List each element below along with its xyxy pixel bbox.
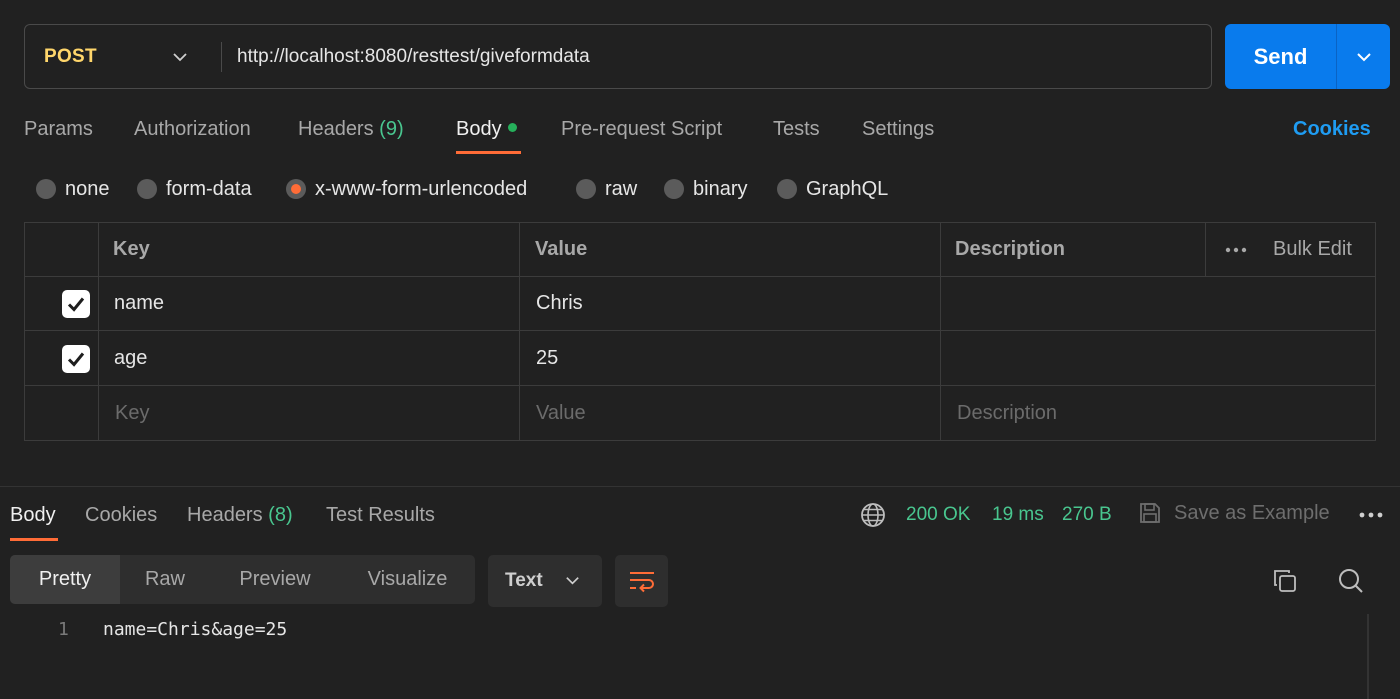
radio-circle — [576, 179, 596, 199]
format-raw[interactable]: Raw — [120, 555, 210, 604]
request-url-bar: POST http://localhost:8080/resttest/give… — [24, 24, 1212, 89]
format-visualize[interactable]: Visualize — [340, 555, 475, 604]
radio-circle — [36, 179, 56, 199]
method-label: POST — [44, 45, 97, 67]
editor-scrollbar[interactable] — [1367, 614, 1369, 699]
value-cell[interactable]: 25 — [536, 332, 558, 385]
value-column-header: Value — [535, 238, 588, 260]
bulk-edit-divider — [1205, 223, 1206, 277]
tab-params[interactable]: Params — [24, 114, 93, 154]
checkmark-icon — [67, 297, 85, 312]
radio-raw[interactable]: raw — [576, 174, 637, 204]
chevron-down-icon — [173, 53, 187, 62]
search-icon[interactable] — [1337, 567, 1365, 595]
table-row: name Chris — [25, 277, 1375, 331]
send-options-button[interactable] — [1337, 48, 1390, 66]
row-checkbox[interactable] — [62, 277, 90, 330]
wrap-text-icon — [629, 572, 654, 593]
status-code[interactable]: 200 OK — [906, 500, 970, 530]
key-cell[interactable]: age — [114, 332, 147, 385]
radio-circle — [777, 179, 797, 199]
key-cell[interactable]: name — [114, 277, 164, 330]
value-cell[interactable]: Chris — [536, 277, 583, 330]
cookies-link[interactable]: Cookies — [1293, 114, 1371, 144]
save-icon — [1140, 503, 1160, 523]
radio-circle-selected — [286, 179, 306, 199]
wrap-lines-button[interactable] — [615, 555, 668, 607]
send-button[interactable]: Send — [1225, 44, 1336, 70]
tab-pre-request-script[interactable]: Pre-request Script — [561, 114, 722, 154]
tab-body[interactable]: Body — [456, 114, 517, 154]
description-input[interactable]: Description — [957, 386, 1057, 440]
key-input[interactable]: Key — [115, 386, 149, 440]
chevron-down-icon — [1356, 52, 1371, 61]
key-column-header: Key — [113, 238, 150, 260]
response-body-line[interactable]: name=Chris&age=25 — [103, 617, 287, 643]
radio-binary[interactable]: binary — [664, 174, 747, 204]
active-tab-indicator — [456, 151, 521, 154]
response-size[interactable]: 270 B — [1062, 500, 1112, 530]
form-urlencoded-table: Key Value Description Bulk Edit name Chr… — [24, 222, 1376, 441]
response-time[interactable]: 19 ms — [992, 500, 1044, 530]
format-pretty[interactable]: Pretty — [10, 555, 120, 604]
format-mode-segmented: Pretty Raw Preview Visualize — [10, 555, 475, 604]
bulk-edit-button[interactable]: Bulk Edit — [1273, 223, 1352, 276]
line-number: 1 — [58, 619, 69, 640]
response-type-select[interactable]: Text — [488, 555, 602, 607]
tab-headers[interactable]: Headers (9) — [298, 114, 404, 154]
tab-authorization[interactable]: Authorization — [134, 114, 251, 154]
response-tab-cookies[interactable]: Cookies — [85, 500, 157, 530]
radio-circle — [137, 179, 157, 199]
method-select[interactable]: POST — [25, 25, 221, 88]
radio-form-data[interactable]: form-data — [137, 174, 252, 204]
more-options-button[interactable] — [1225, 223, 1247, 276]
table-row-empty: Key Value Description — [25, 386, 1375, 440]
tab-settings[interactable]: Settings — [862, 114, 934, 154]
radio-graphql[interactable]: GraphQL — [777, 174, 888, 204]
response-tab-body[interactable]: Body — [10, 500, 56, 530]
response-tab-test-results[interactable]: Test Results — [326, 500, 435, 530]
table-row: age 25 — [25, 332, 1375, 386]
format-preview[interactable]: Preview — [210, 555, 340, 604]
tab-tests[interactable]: Tests — [773, 114, 820, 154]
send-button-group: Send — [1225, 24, 1390, 89]
radio-circle — [664, 179, 684, 199]
chevron-down-icon — [566, 577, 579, 585]
checkmark-icon — [67, 352, 85, 367]
checkbox-checked — [62, 289, 90, 318]
radio-x-www-form-urlencoded[interactable]: x-www-form-urlencoded — [286, 174, 527, 204]
copy-icon[interactable] — [1272, 568, 1298, 594]
checkbox-checked — [62, 344, 90, 373]
table-header-row: Key Value Description Bulk Edit — [25, 223, 1375, 277]
row-checkbox[interactable] — [62, 332, 90, 385]
response-divider — [0, 486, 1400, 487]
response-tab-headers[interactable]: Headers (8) — [187, 500, 293, 530]
headers-count-badge: (9) — [379, 118, 404, 140]
globe-icon[interactable] — [860, 502, 886, 528]
description-column-header: Description — [955, 238, 1066, 260]
radio-none[interactable]: none — [36, 174, 110, 204]
response-active-tab-indicator — [10, 538, 58, 541]
more-horizontal-icon — [1225, 247, 1247, 252]
response-headers-count: (8) — [268, 504, 293, 526]
url-input[interactable]: http://localhost:8080/resttest/giveformd… — [222, 46, 590, 68]
body-active-dot — [507, 123, 517, 132]
save-as-example-button[interactable]: Save as Example — [1138, 498, 1330, 528]
more-horizontal-icon[interactable] — [1359, 512, 1383, 518]
request-tabs: Params Authorization Headers (9) Body Pr… — [0, 114, 1400, 158]
value-input[interactable]: Value — [536, 386, 586, 440]
